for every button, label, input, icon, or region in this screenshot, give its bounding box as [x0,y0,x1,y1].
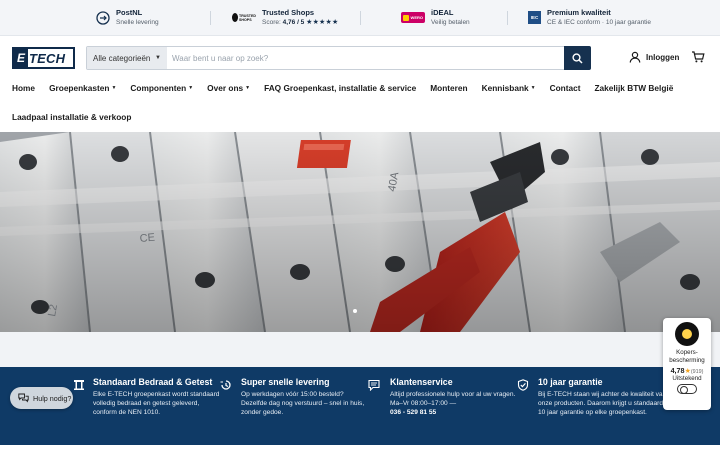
hero-banner[interactable]: L2 CE 40A [0,132,720,332]
nav-item-kennisbank[interactable]: Kennisbank ▼ [482,83,536,93]
trusted-shops-badge[interactable]: ˆ Kopers-bescherming 4,78★(919) Uitsteke… [663,318,711,410]
trusted-shops-logo: TRUSTED SHOPS [232,10,256,26]
hero-spacer [0,332,720,367]
site-logo[interactable]: E TECH [12,47,75,69]
postnl-icon [96,10,110,25]
feature-garantie: 10 jaar garantie Bij E-TECH staan wij ac… [517,377,667,417]
nav-label: Groepenkasten [49,83,110,93]
feature-levering: Super snelle levering Op werkdagen vóór … [220,377,370,417]
chat-icon [368,379,380,391]
nav-label: Componenten [130,83,187,93]
badge-label: Kopers-bescherming [669,349,705,364]
usp-premium-subtitle: CE & IEC conform · 10 jaar garantie [547,19,652,26]
phone-link[interactable]: 036 - 529 81 55 [390,409,436,416]
badge-toggle[interactable] [677,384,697,395]
help-chat-button[interactable]: Hulp nodig? [10,387,73,409]
usp-separator [210,11,211,25]
nav-label: Zakelijk BTW België [594,83,674,93]
usp-trusted-title: Trusted Shops [262,8,315,17]
nav-label: Laadpaal installatie & verkoop [12,112,132,122]
nav-item-monteren[interactable]: Monteren [430,83,467,93]
feature-title: Super snelle levering [241,377,330,387]
hero-fusebox-image: L2 CE 40A [0,132,720,332]
feature-title: Standaard Bedraad & Getest [93,377,213,387]
usp-trusted-score: 4,76 / 5 [282,19,305,26]
search-input[interactable] [167,47,564,69]
usp-premium-title: Premium kwaliteit [547,8,611,17]
shield-check-icon [517,379,529,391]
nav-label: Home [12,83,36,93]
rating-stars-icon: ★★★★★ [306,19,339,26]
feature-text: Altijd professionele hulp voor al uw vra… [390,391,516,408]
usp-postnl: PostNL Snelle levering [96,8,159,27]
usp-premium: IEC Premium kwaliteit CE & IEC conform · … [528,8,651,27]
main-nav: Home Groepenkasten ▼ Componenten ▼ Over on… [12,83,673,93]
feature-title: Klantenservice [390,377,453,387]
usp-separator [360,11,361,25]
feature-text: Bij E-TECH staan wij achter de kwaliteit… [538,391,667,417]
nav-item-faq[interactable]: FAQ Groepenkast, installatie & service [264,83,416,93]
nav-item-groepenkasten[interactable]: Groepenkasten ▼ [49,83,116,93]
nav-label: Kennisbank [481,83,529,93]
feature-klantenservice: Klantenservice Altijd professionele hulp… [368,377,518,417]
chevron-down-icon: ▼ [188,85,194,91]
ideal-logo: WERO [401,12,425,23]
chevron-down-icon: ▼ [245,85,251,91]
chat-bubbles-icon [18,393,29,403]
user-icon [629,51,641,63]
logo-word: TECH [29,50,66,66]
svg-text:L2: L2 [46,303,60,317]
nav-item-over-ons[interactable]: Over ons ▼ [207,83,250,93]
login-label: Inloggen [646,52,680,62]
usp-bar: PostNL Snelle levering TRUSTED SHOPS Trust… [0,0,720,36]
nav-item-zakelijk[interactable]: Zakelijk BTW België [594,83,673,93]
usp-trusted-shops[interactable]: TRUSTED SHOPS Trusted Shops Score: 4,76 / … [232,8,339,27]
nav-label: Monteren [430,83,468,93]
usp-trusted-score-label: Score: [262,19,281,26]
badge-verdict: Uitstekend [672,375,702,383]
feature-title: 10 jaar garantie [538,377,603,387]
nav-label: Over ons [207,83,244,93]
login-link[interactable]: Inloggen [629,51,679,63]
chevron-up-icon[interactable]: ˆ [707,318,709,324]
cart-button[interactable] [691,50,705,69]
cart-icon [692,51,705,63]
help-chat-label: Hulp nodig? [33,393,72,403]
logo-mark: E [14,49,28,67]
trusted-shops-seal-icon [675,322,699,346]
search-button[interactable] [564,46,591,70]
slider-dot[interactable] [353,309,357,313]
nav-label: FAQ Groepenkast, installatie & service [264,83,417,93]
usp-separator [507,11,508,25]
nav-item-home[interactable]: Home [12,83,35,93]
usp-postnl-subtitle: Snelle levering [116,19,159,26]
usp-ideal-title: iDEAL [431,8,454,17]
nav-label: Contact [549,83,581,93]
category-select-value: Alle categorieën [93,53,151,63]
badge-score: 4,78 [670,366,685,376]
search-icon [572,52,583,64]
usp-ideal: WERO iDEAL Veilig betalen [401,8,470,27]
usp-postnl-title: PostNL [116,8,143,17]
chevron-down-icon: ▼ [530,85,536,91]
nav-item-laadpaal[interactable]: Laadpaal installatie & verkoop [12,112,131,122]
category-select[interactable]: Alle categorieën ▼ [87,47,167,69]
usp-ideal-subtitle: Veilig betalen [431,19,470,26]
svg-text:CE: CE [139,232,155,245]
fuse-box-icon [74,380,84,390]
chevron-down-icon: ▼ [111,85,117,91]
iec-logo: IEC [528,11,541,24]
feature-text: Op werkdagen vóór 15:00 besteld? Dezelfd… [241,391,365,417]
fast-clock-icon [220,380,231,390]
nav-item-contact[interactable]: Contact [550,83,581,93]
feature-text: Elke E-TECH groepenkast wordt standaard … [93,391,220,417]
search-bar: Alle categorieën ▼ [86,46,591,70]
feature-bedraad: Standaard Bedraad & Getest Elke E-TECH g… [73,377,223,417]
nav-item-componenten[interactable]: Componenten ▼ [130,83,193,93]
chevron-down-icon: ▼ [155,55,161,61]
